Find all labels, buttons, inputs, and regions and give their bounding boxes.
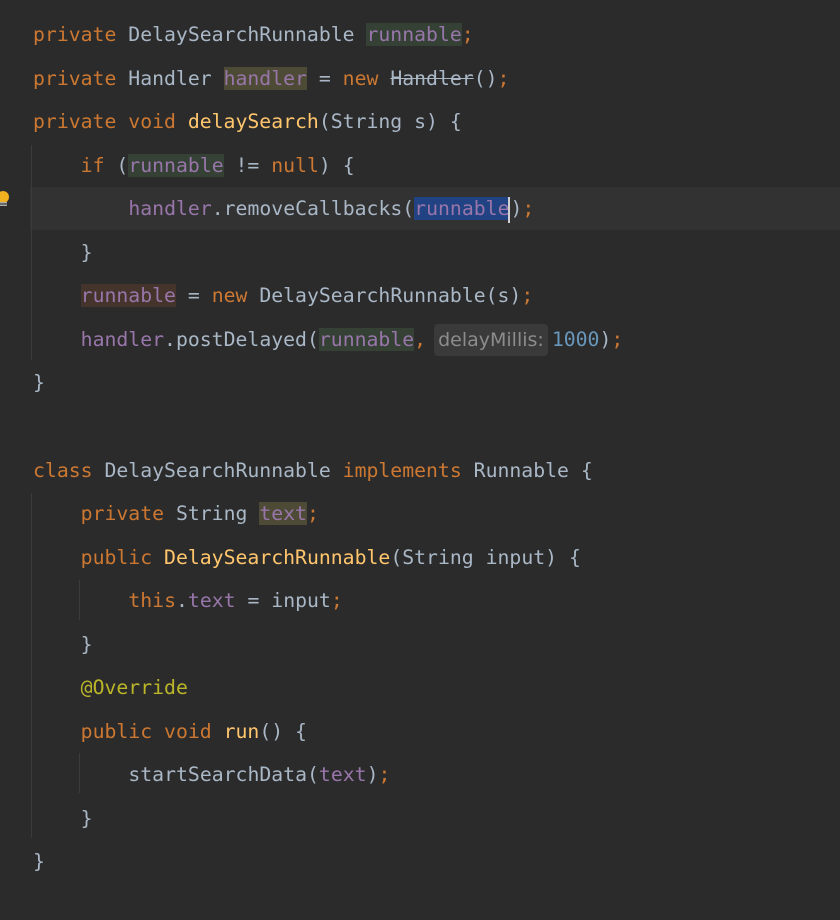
- indent-guide: [31, 493, 32, 838]
- code-token: ;: [611, 327, 624, 351]
- code-token: }: [80, 240, 93, 264]
- code-line[interactable]: public void run() {: [81, 710, 307, 753]
- code-token: startSearchData(: [128, 763, 319, 787]
- code-token: (String input) {: [390, 545, 581, 569]
- code-token: !=: [223, 153, 272, 177]
- code-line[interactable]: }: [33, 840, 45, 883]
- code-token: new: [342, 66, 391, 90]
- code-token: }: [33, 850, 45, 874]
- code-token: ;: [521, 284, 534, 308]
- code-token: private: [33, 66, 129, 90]
- code-token: DelaySearchRunnable: [104, 458, 343, 482]
- code-token: ;: [330, 589, 343, 613]
- code-token: void: [128, 110, 188, 134]
- code-token: run: [223, 719, 260, 743]
- code-line[interactable]: startSearchData(text);: [128, 753, 390, 796]
- code-line[interactable]: public DelaySearchRunnable(String input)…: [81, 536, 581, 579]
- code-token: ) {: [318, 153, 355, 177]
- code-token: =: [175, 284, 212, 308]
- code-token: Handler: [128, 66, 224, 90]
- code-token: runnable: [80, 284, 176, 308]
- code-token: runnable: [318, 327, 415, 351]
- code-token: text: [259, 502, 307, 526]
- code-line[interactable]: private String text;: [81, 492, 319, 535]
- code-token: this: [128, 589, 176, 613]
- code-token: DelaySearchRunnable: [128, 23, 367, 46]
- code-line[interactable]: runnable = new DelaySearchRunnable(s);: [80, 274, 534, 317]
- code-token: .removeCallbacks(: [211, 197, 415, 221]
- code-line[interactable]: class DelaySearchRunnable implements Run…: [33, 449, 593, 492]
- code-token: handler: [223, 66, 307, 90]
- code-token: ;: [378, 763, 391, 787]
- code-token: (): [473, 66, 498, 90]
- code-token: private: [80, 502, 176, 526]
- code-token: ): [366, 763, 379, 787]
- code-token: Handler: [390, 66, 474, 90]
- code-token: text: [318, 763, 367, 787]
- code-line[interactable]: private DelaySearchRunnable runnable;: [33, 13, 474, 56]
- indent-guide: [31, 145, 32, 360]
- lightbulb-icon[interactable]: [0, 191, 11, 207]
- code-token: delaySearch: [187, 110, 319, 134]
- code-token: DelaySearchRunnable(s): [259, 284, 522, 308]
- code-token: ;: [497, 66, 510, 90]
- code-token: text: [187, 589, 236, 613]
- code-line[interactable]: private Handler handler = new Handler();: [33, 57, 509, 100]
- code-line[interactable]: if (runnable != null) {: [81, 144, 355, 187]
- code-token: ;: [522, 197, 535, 221]
- code-token: public: [80, 719, 165, 743]
- code-token: null: [271, 153, 319, 177]
- code-token: ): [599, 327, 612, 351]
- indent-guide: [79, 753, 80, 793]
- code-token: (: [116, 153, 129, 177]
- code-token: DelaySearchRunnable: [164, 545, 391, 569]
- code-token: ): [510, 197, 523, 221]
- code-token: (String s) {: [318, 110, 462, 134]
- code-token: = input: [235, 589, 331, 613]
- code-token: ;: [306, 502, 319, 526]
- code-line[interactable]: handler.postDelayed(runnable, delayMillis…: [80, 318, 624, 361]
- code-token: handler: [80, 327, 165, 351]
- code-token: 1000: [551, 327, 600, 351]
- code-token: () {: [259, 719, 307, 743]
- code-token: class: [33, 458, 105, 482]
- code-token: }: [80, 806, 93, 830]
- code-token: private: [33, 23, 129, 46]
- code-line[interactable]: this.text = input;: [128, 579, 342, 622]
- code-line[interactable]: }: [81, 797, 93, 840]
- code-line[interactable]: @Override: [81, 666, 188, 709]
- code-token: void: [164, 719, 224, 743]
- code-token: ,: [414, 327, 427, 351]
- code-token: runnable: [128, 153, 224, 177]
- code-token: if: [80, 153, 117, 177]
- code-line[interactable]: handler.removeCallbacks(runnable);: [128, 187, 534, 230]
- code-token: ;: [461, 23, 474, 46]
- code-token: implements: [342, 458, 474, 482]
- code-token: private: [33, 110, 129, 134]
- code-line[interactable]: }: [33, 361, 45, 404]
- code-line[interactable]: private void delaySearch(String s) {: [33, 100, 462, 143]
- code-token: public: [80, 545, 165, 569]
- code-line[interactable]: }: [81, 231, 93, 274]
- code-token: .postDelayed(: [164, 327, 319, 351]
- parameter-hint: delayMillis:: [434, 323, 548, 356]
- indent-guide: [79, 580, 80, 620]
- code-token: handler: [128, 197, 212, 221]
- code-token: new: [211, 284, 260, 308]
- code-token: runnable: [414, 197, 510, 221]
- code-token: String: [175, 502, 260, 526]
- code-editor[interactable]: private DelaySearchRunnable runnable; pri…: [0, 0, 840, 920]
- code-token: }: [33, 371, 45, 395]
- code-token: runnable: [366, 23, 462, 46]
- code-token: Runnable {: [473, 458, 593, 482]
- code-token: }: [80, 632, 93, 656]
- code-token: .: [176, 589, 188, 613]
- code-token: @Override: [80, 676, 188, 700]
- code-token: =: [306, 66, 343, 90]
- code-line[interactable]: }: [81, 623, 93, 666]
